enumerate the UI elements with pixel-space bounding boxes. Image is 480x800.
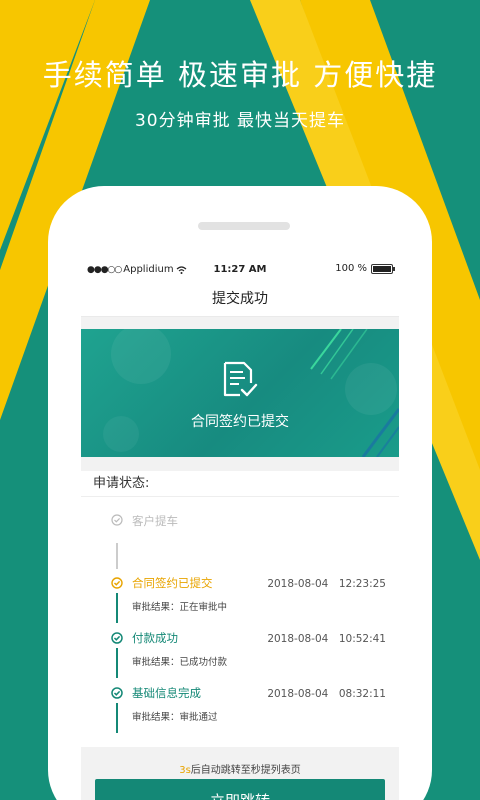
check-circle-icon	[111, 577, 123, 589]
redirect-note: 3s后自动跳转至秒提列表页	[81, 761, 399, 776]
countdown-seconds: 3s	[179, 765, 191, 776]
step-title: 合同签约已提交	[132, 576, 213, 590]
check-circle-icon	[111, 632, 123, 644]
step-time: 2018-08-04 08:32:11	[267, 688, 386, 700]
footer: 3s后自动跳转至秒提列表页 立即跳转	[81, 747, 399, 800]
step-title: 客户提车	[132, 514, 178, 528]
status-section-label: 申请状态:	[81, 471, 399, 497]
status-timeline: 客户提车 合同签约已提交 2018-08-04 12:23:25 审批结果：正在…	[81, 497, 399, 747]
check-circle-icon	[111, 514, 123, 526]
promo-headline: 手续简单 极速审批 方便快捷	[42, 58, 438, 92]
step-result: 审批结果：正在审批中	[132, 602, 228, 613]
jump-now-button[interactable]: 立即跳转	[95, 779, 385, 800]
phone-screen: ●●●○○ Applidium 11:27 AM 100 % 提交成功 合同签约…	[81, 259, 399, 800]
redirect-text: 后自动跳转至秒提列表页	[190, 765, 301, 776]
step-result: 审批结果：已成功付款	[132, 657, 228, 668]
timeline-connector	[116, 648, 118, 678]
timeline-connector	[116, 543, 118, 569]
battery-percent: 100 %	[335, 263, 367, 274]
submit-banner: 合同签约已提交	[81, 329, 399, 457]
status-bar: ●●●○○ Applidium 11:27 AM 100 %	[81, 259, 399, 281]
step-result: 审批结果：审批通过	[132, 712, 218, 723]
timeline-connector	[116, 593, 118, 623]
step-time: 2018-08-04 12:23:25	[267, 578, 386, 590]
phone-speaker	[198, 222, 290, 230]
promo-subline: 30分钟审批 最快当天提车	[134, 111, 346, 131]
timeline-connector	[116, 703, 118, 733]
check-circle-icon	[111, 687, 123, 699]
step-title: 基础信息完成	[132, 686, 201, 700]
page-title: 提交成功	[81, 281, 399, 317]
battery-icon	[371, 263, 395, 274]
step-title: 付款成功	[132, 631, 178, 645]
step-time: 2018-08-04 10:52:41	[267, 633, 386, 645]
banner-message: 合同签约已提交	[191, 414, 289, 430]
document-check-icon	[223, 361, 258, 397]
